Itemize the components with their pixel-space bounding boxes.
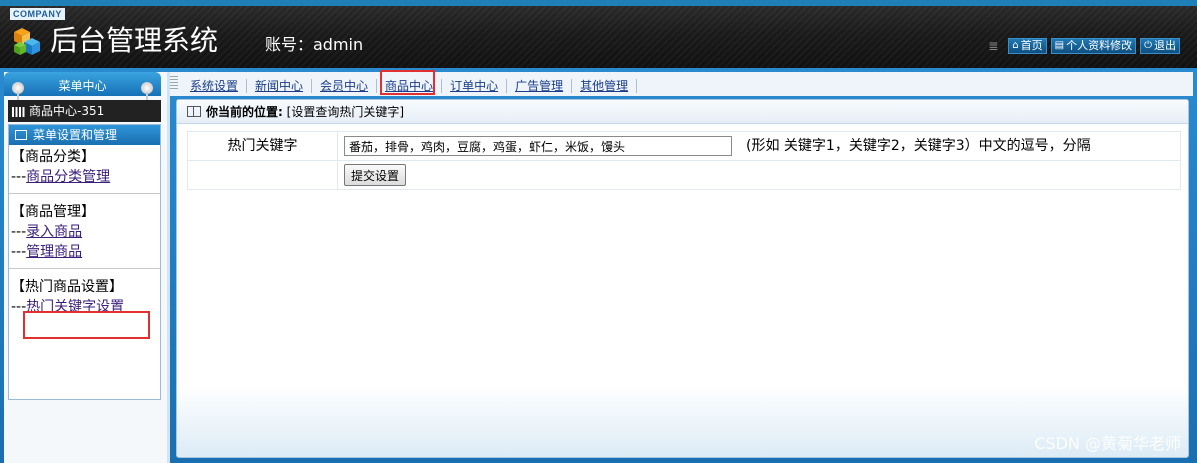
menu-panel-title: 菜单设置和管理	[33, 128, 118, 142]
tab-system-settings[interactable]: 系统设置	[182, 79, 248, 93]
menu-icon	[15, 130, 27, 140]
tab-order-center[interactable]: 订单中心	[442, 79, 508, 93]
tab-member-center[interactable]: 会员中心	[312, 79, 378, 93]
submit-settings-button[interactable]: 提交设置	[344, 164, 407, 186]
menu-group-title: 【商品分类】	[11, 149, 95, 165]
breadcrumb-value: [设置查询热门关键字]	[286, 105, 405, 119]
menu-item: ---录入商品	[11, 222, 160, 242]
add-product-link[interactable]: 录入商品	[26, 224, 82, 240]
hot-keywords-input[interactable]	[344, 136, 732, 156]
menu-item: ---商品分类管理	[11, 167, 160, 187]
menu-item: ---管理商品	[11, 242, 160, 262]
module-label: 商品中心-351	[29, 104, 105, 118]
sidebar: 菜单中心 商品中心-351 菜单设置和管理 【商品分类】 ---商品分类管理 【…	[4, 72, 170, 463]
tab-news-center[interactable]: 新闻中心	[247, 79, 313, 93]
menu-grip-icon: ≣	[988, 39, 999, 53]
company-badge: COMPANY	[10, 8, 65, 20]
tab-grip-icon	[170, 76, 178, 90]
home-link-label: 首页	[1020, 39, 1043, 52]
home-link[interactable]: ⌂ 首页	[1008, 38, 1047, 54]
form-value-cell: 提交设置	[338, 161, 1180, 189]
logout-link-label: 退出	[1154, 39, 1176, 52]
profile-icon: ▤	[1054, 40, 1065, 51]
menu-panel: 菜单设置和管理 【商品分类】 ---商品分类管理 【商品管理】 ---录入商品 …	[8, 124, 161, 400]
top-links: ≣ ⌂ 首页 ▤ 个人资料修改 ⏻ 退出	[988, 37, 1180, 55]
watermark: CSDN @黄菊华老师	[1034, 434, 1181, 453]
tab-other-management[interactable]: 其他管理	[572, 79, 638, 93]
sidebar-title-text: 菜单中心	[58, 79, 107, 93]
highlight-box	[23, 311, 150, 339]
menu-group-category: 【商品分类】 ---商品分类管理	[9, 145, 160, 194]
pin-icon	[12, 82, 24, 106]
book-icon	[187, 106, 201, 117]
menu-group-product: 【商品管理】 ---录入商品 ---管理商品	[9, 194, 160, 269]
highlight-box	[380, 70, 435, 95]
grid-icon	[12, 106, 25, 117]
category-manage-link[interactable]: 商品分类管理	[26, 169, 110, 185]
item-prefix: ---	[11, 169, 27, 185]
module-selector[interactable]: 商品中心-351	[8, 100, 161, 122]
form-value-cell: (形如 关键字1，关键字2，关键字3）中文的逗号，分隔	[338, 132, 1180, 160]
profile-link-label: 个人资料修改	[1066, 39, 1133, 52]
main-content: 你当前的位置: [设置查询热门关键字] 热门关键字 (形如 关键字1，关键字2，…	[176, 99, 1189, 458]
keyword-label: 热门关键字	[188, 132, 338, 160]
cubes-logo-icon	[14, 28, 40, 55]
format-hint: (形如 关键字1，关键字2，关键字3）中文的逗号，分隔	[746, 138, 1091, 154]
keyword-form: 热门关键字 (形如 关键字1，关键字2，关键字3）中文的逗号，分隔 提交设置	[187, 131, 1181, 190]
breadcrumb-label: 你当前的位置:	[206, 105, 283, 119]
account-label: 账号：admin	[265, 35, 364, 54]
nav-tabbar: 系统设置 新闻中心 会员中心 商品中心 订单中心 广告管理 其他管理	[170, 72, 1193, 96]
tab-ad-management[interactable]: 广告管理	[507, 79, 573, 93]
logout-link[interactable]: ⏻ 退出	[1140, 38, 1180, 54]
profile-edit-link[interactable]: ▤ 个人资料修改	[1050, 38, 1137, 54]
sidebar-title: 菜单中心	[4, 72, 161, 106]
top-header: COMPANY 后台管理系统 账号：admin ≣ ⌂ 首页 ▤ 个人资料修改 ⏻ 退…	[0, 0, 1197, 68]
form-row: 提交设置	[188, 161, 1180, 189]
manage-product-link[interactable]: 管理商品	[26, 244, 82, 260]
menu-group-title: 【热门商品设置】	[11, 279, 123, 295]
home-icon: ⌂	[1012, 40, 1019, 51]
menu-panel-header: 菜单设置和管理	[9, 125, 160, 145]
item-prefix: ---	[11, 224, 27, 240]
power-icon: ⏻	[1144, 40, 1152, 51]
empty-label-cell	[188, 161, 338, 189]
pin-icon	[141, 82, 153, 106]
system-title: 后台管理系统	[50, 24, 219, 57]
form-row: 热门关键字 (形如 关键字1，关键字2，关键字3）中文的逗号，分隔	[188, 132, 1180, 161]
item-prefix: ---	[11, 244, 27, 260]
breadcrumb: 你当前的位置: [设置查询热门关键字]	[177, 100, 1188, 124]
menu-group-title: 【商品管理】	[11, 204, 95, 220]
sidebar-scrollbar[interactable]	[167, 72, 170, 463]
